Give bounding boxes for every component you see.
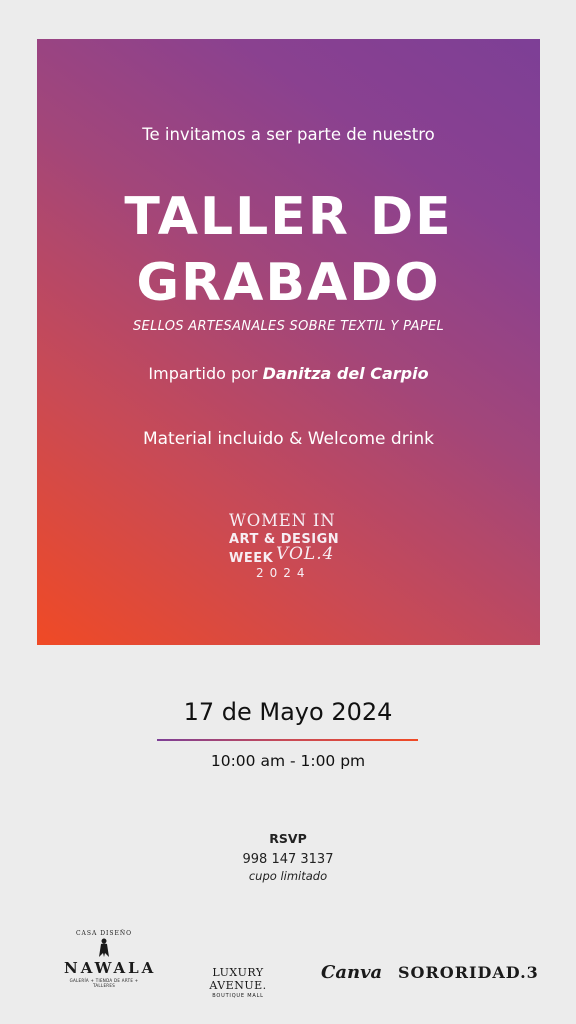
nawala-subtitle: GALERÍA + TIENDA DE ARTE + TALLERES bbox=[69, 978, 139, 988]
women-in-art-design-week-logo: WOMEN IN ART & DESIGN WEEK VOL.4 2024 bbox=[229, 511, 359, 581]
luxury-avenue-logo: LUXURY AVENUE. BOUTIQUE MALL bbox=[182, 966, 294, 999]
logo-vol: VOL.4 bbox=[276, 544, 335, 565]
nawala-name: NAWALA bbox=[64, 959, 157, 977]
workshop-subtitle: SELLOS ARTESANALES SOBRE TEXTIL Y PAPEL bbox=[133, 319, 444, 334]
luxury-avenue-name: LUXURY AVENUE. bbox=[209, 966, 267, 992]
title-line-2: GRABADO bbox=[136, 253, 441, 313]
logo-week-row: WEEK VOL.4 bbox=[229, 544, 359, 567]
instructor-prefix: Impartido por bbox=[148, 364, 263, 383]
event-date: 17 de Mayo 2024 bbox=[183, 698, 393, 726]
invitation-text: Te invitamos a ser parte de nuestro bbox=[142, 125, 435, 144]
title-line-1: TALLER DE bbox=[124, 187, 453, 247]
nawala-tagline-top: CASA DISEÑO bbox=[75, 930, 133, 937]
sororidad-logo: SORORIDAD.3 bbox=[398, 963, 539, 982]
event-time: 10:00 am - 1:00 pm bbox=[210, 752, 366, 770]
date-divider bbox=[157, 739, 418, 741]
instructor-line: Impartido por Danitza del Carpio bbox=[37, 364, 540, 383]
nawala-figure-icon bbox=[99, 938, 109, 957]
nawala-logo: CASA DISEÑO NAWALA GALERÍA + TIENDA DE A… bbox=[64, 930, 157, 988]
luxury-avenue-subtitle: BOUTIQUE MALL bbox=[212, 993, 264, 999]
logo-line-week: WEEK bbox=[229, 551, 274, 567]
material-note: Material incluido & Welcome drink bbox=[142, 429, 435, 449]
rsvp-phone[interactable]: 998 147 3137 bbox=[0, 852, 576, 867]
event-poster: Te invitamos a ser parte de nuestro TALL… bbox=[37, 39, 540, 645]
logo-line-women-in: WOMEN IN bbox=[229, 511, 336, 530]
rsvp-label: RSVP bbox=[269, 831, 307, 846]
rsvp-note: cupo limitado bbox=[248, 869, 328, 883]
logo-year: 2024 bbox=[256, 566, 311, 581]
instructor-name: Danitza del Carpio bbox=[262, 364, 429, 383]
canva-logo: Canva bbox=[321, 962, 383, 983]
